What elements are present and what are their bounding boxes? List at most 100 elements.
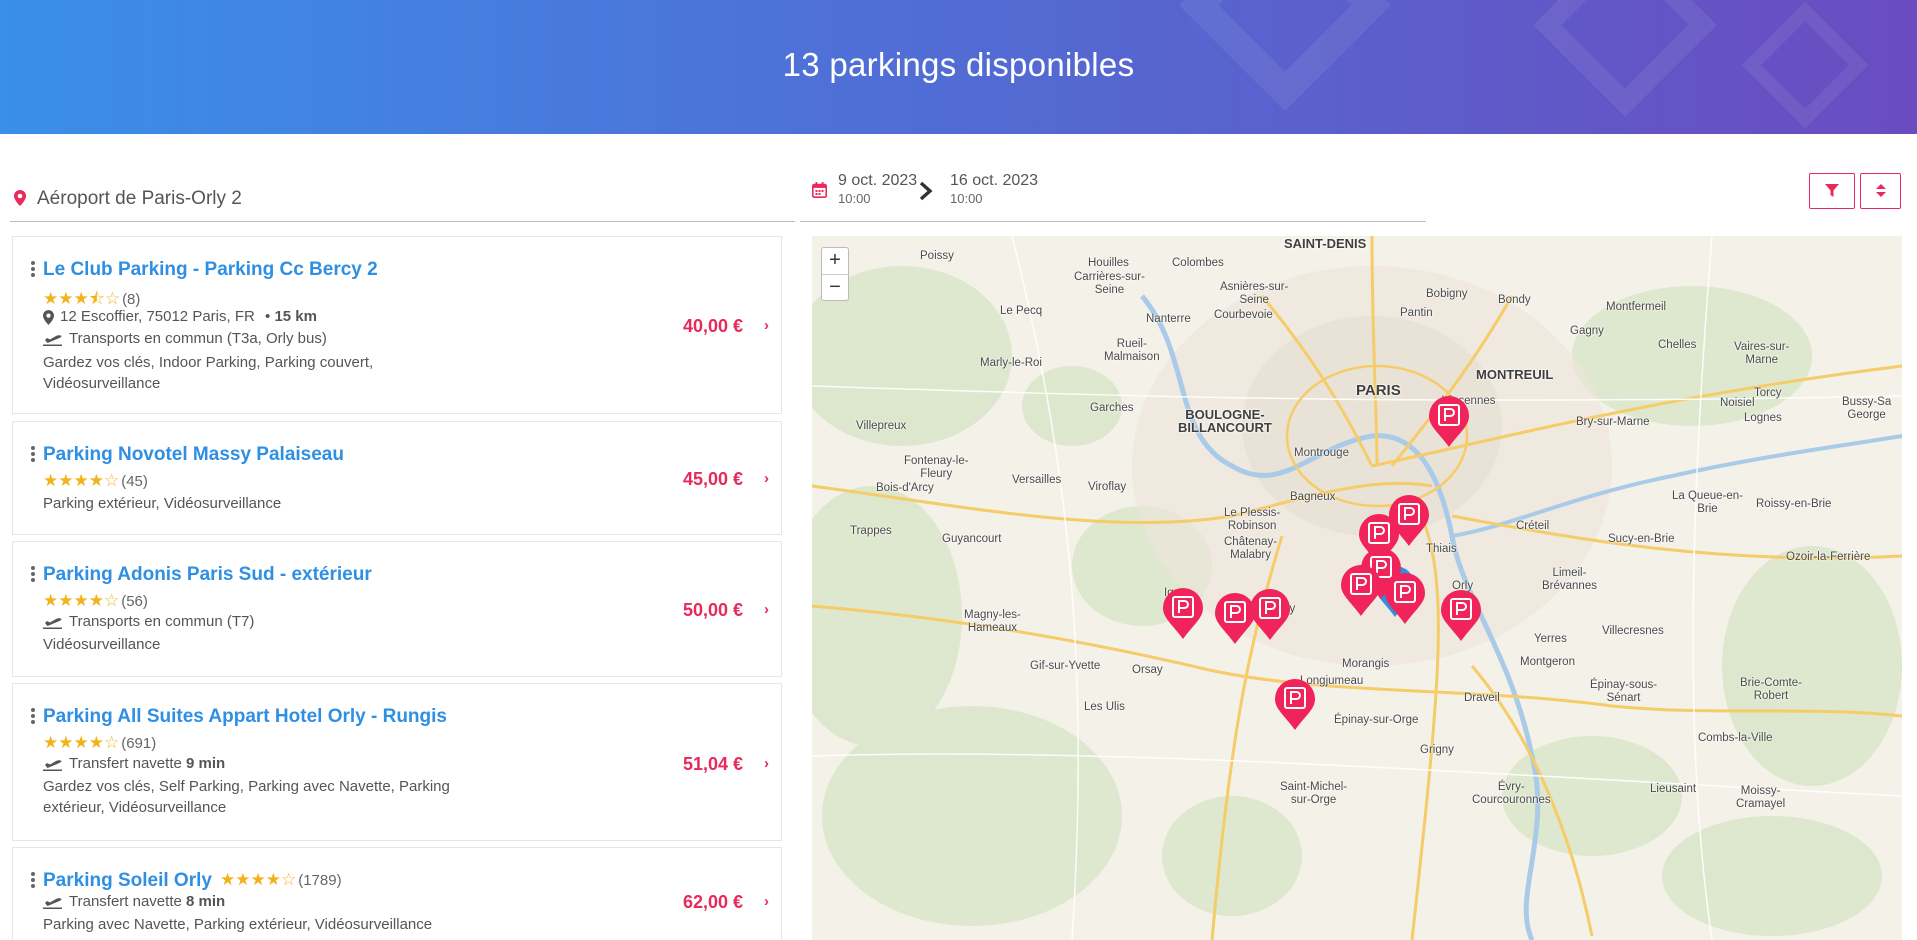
map-label-nanterre: Nanterre <box>1146 313 1191 325</box>
start-date-value: 9 oct. 2023 <box>838 172 918 189</box>
map-label-brie: Brie-Comte- Robert <box>1740 677 1802 702</box>
transport-info: Transports en commun (T3a, Orly bus) <box>69 330 327 347</box>
amenities: Gardez vos clés, Indoor Parking, Parking… <box>43 354 374 392</box>
page-title: 13 parkings disponibles <box>782 46 1135 83</box>
plane-icon <box>43 335 62 347</box>
parking-name[interactable]: Parking Adonis Paris Sud - extérieur <box>43 564 372 586</box>
map-label-laqueue: La Queue-en- Brie <box>1672 490 1743 515</box>
transport-row: Transfert navette 8 min <box>43 893 225 910</box>
map-label-plessis: Le Plessis- Robinson <box>1224 507 1281 532</box>
map-label-montgeron: Montgeron <box>1520 656 1575 668</box>
parking-marker-icon[interactable] <box>1162 588 1204 640</box>
drag-handle-icon[interactable] <box>31 566 35 584</box>
map-label-trappes: Trappes <box>850 525 892 537</box>
map-label-noisiel: Noisiel <box>1720 397 1755 409</box>
drag-handle-icon[interactable] <box>31 446 35 464</box>
map-label-lesulis: Les Ulis <box>1084 701 1125 713</box>
amenities: Parking extérieur, Vidéosurveillance <box>43 495 282 512</box>
result-card[interactable]: Parking Novotel Massy Palaiseau ★★★★☆ (45… <box>12 421 782 535</box>
map-label-boisdarcy: Bois-d'Arcy <box>876 482 934 494</box>
zoom-out-button[interactable]: − <box>822 274 848 300</box>
map-label-bagneux: Bagneux <box>1290 491 1336 503</box>
chevron-right-icon[interactable]: › <box>764 601 769 618</box>
map-marker-icon <box>43 309 54 325</box>
map-label-vaires: Vaires-sur- Marne <box>1734 341 1790 366</box>
map-label-montrouge: Montrouge <box>1294 447 1349 459</box>
map-label-bry: Bry-sur-Marne <box>1576 416 1650 428</box>
sort-icon <box>1876 184 1886 197</box>
price[interactable]: 51,04 € <box>683 754 743 775</box>
map-label-creteil: Créteil <box>1516 520 1550 532</box>
map-label-montreuil: MONTREUIL <box>1476 367 1554 382</box>
star-rating-icon: ★★★★☆ <box>43 733 120 752</box>
plane-icon <box>43 760 62 772</box>
parking-marker-icon[interactable] <box>1249 589 1291 641</box>
start-date[interactable]: 9 oct. 2023 10:00 <box>838 172 917 208</box>
parking-marker-icon[interactable] <box>1428 396 1470 448</box>
map-label-guyancourt: Guyancourt <box>942 533 1002 545</box>
amenities: Parking avec Navette, Parking extérieur,… <box>43 916 433 933</box>
map-label-poissy: Poissy <box>920 250 954 262</box>
map-label-colombes: Colombes <box>1172 257 1224 269</box>
amenities: Vidéosurveillance <box>43 636 161 653</box>
price[interactable]: 45,00 € <box>683 469 743 490</box>
shuttle-time: 8 min <box>186 893 226 910</box>
result-card[interactable]: Parking Adonis Paris Sud - extérieur ★★★… <box>12 541 782 677</box>
amenities: Gardez vos clés, Self Parking, Parking a… <box>43 778 450 816</box>
end-date-value: 16 oct. 2023 <box>950 172 1039 189</box>
price[interactable]: 40,00 € <box>683 316 743 337</box>
page-header: 13 parkings disponibles <box>0 0 1917 134</box>
chevron-right-icon[interactable]: › <box>764 893 769 910</box>
chevron-right-icon[interactable]: › <box>764 755 769 772</box>
transport-row: Transfert navette 9 min <box>43 755 225 772</box>
parking-name[interactable]: Le Club Parking - Parking Cc Bercy 2 <box>43 259 378 281</box>
date-range-field[interactable]: 9 oct. 2023 10:00 16 oct. 2023 10:00 <box>800 168 1426 222</box>
map[interactable]: + − SAINT-DENIS Poissy Houilles Colombes Car… <box>812 236 1902 940</box>
map-label-versailles: Versailles <box>1012 474 1062 486</box>
location-field[interactable]: Aéroport de Paris-Orly 2 <box>10 168 795 222</box>
rating: ★★★★☆ (45) <box>43 471 148 491</box>
location-value: Aéroport de Paris-Orly 2 <box>37 188 242 209</box>
map-label-epinayorge: Épinay-sur-Orge <box>1334 714 1419 726</box>
result-card[interactable]: Parking All Suites Appart Hotel Orly - R… <box>12 683 782 841</box>
map-label-sucy: Sucy-en-Brie <box>1608 533 1675 545</box>
zoom-in-button[interactable]: + <box>822 248 848 274</box>
calendar-icon <box>812 182 827 198</box>
result-card[interactable]: Le Club Parking - Parking Cc Bercy 2 ★★★… <box>12 236 782 414</box>
drag-handle-icon[interactable] <box>31 261 35 279</box>
start-time-value: 10:00 <box>838 191 871 206</box>
parking-marker-icon[interactable] <box>1440 590 1482 642</box>
star-rating-icon: ★★★★☆ <box>220 870 297 889</box>
map-label-saint-denis: SAINT-DENIS <box>1284 236 1367 251</box>
price[interactable]: 62,00 € <box>683 892 743 913</box>
map-label-thiais: Thiais <box>1426 543 1457 555</box>
plane-icon <box>43 898 62 910</box>
parking-name[interactable]: Parking Soleil Orly <box>43 870 212 892</box>
map-label-villecresnes: Villecresnes <box>1602 625 1664 637</box>
parking-marker-icon[interactable] <box>1340 565 1382 617</box>
star-rating-icon: ★★★★☆ <box>43 591 120 610</box>
drag-handle-icon[interactable] <box>31 872 35 890</box>
price[interactable]: 50,00 € <box>683 600 743 621</box>
map-label-chelles: Chelles <box>1658 339 1697 351</box>
chevron-right-icon <box>919 181 933 201</box>
plane-icon <box>43 618 62 630</box>
end-date[interactable]: 16 oct. 2023 10:00 <box>950 172 1038 208</box>
chevron-right-icon[interactable]: › <box>764 470 769 487</box>
parking-name[interactable]: Parking Novotel Massy Palaiseau <box>43 444 344 466</box>
map-label-chatenay: Châtenay- Malabry <box>1224 536 1278 561</box>
review-count: (691) <box>121 735 157 752</box>
map-label-ozoir: Ozoir-la-Ferrière <box>1786 551 1871 563</box>
transport-row: Transports en commun (T3a, Orly bus) <box>43 330 327 347</box>
result-card[interactable]: Parking Soleil Orly ★★★★☆ (1789) Transfer… <box>12 847 782 940</box>
search-bar: Aéroport de Paris-Orly 2 9 oct. 2023 10:… <box>10 168 1908 222</box>
filter-button[interactable] <box>1809 173 1855 209</box>
rating: ★★★★☆ (56) <box>43 591 148 611</box>
parking-marker-icon[interactable] <box>1274 679 1316 731</box>
parking-marker-icon[interactable] <box>1384 573 1426 625</box>
drag-handle-icon[interactable] <box>31 708 35 726</box>
parking-name[interactable]: Parking All Suites Appart Hotel Orly - R… <box>43 706 447 728</box>
map-label-limeil: Limeil- Brévannes <box>1542 567 1597 592</box>
chevron-right-icon[interactable]: › <box>764 317 769 334</box>
sort-button[interactable] <box>1860 173 1901 209</box>
